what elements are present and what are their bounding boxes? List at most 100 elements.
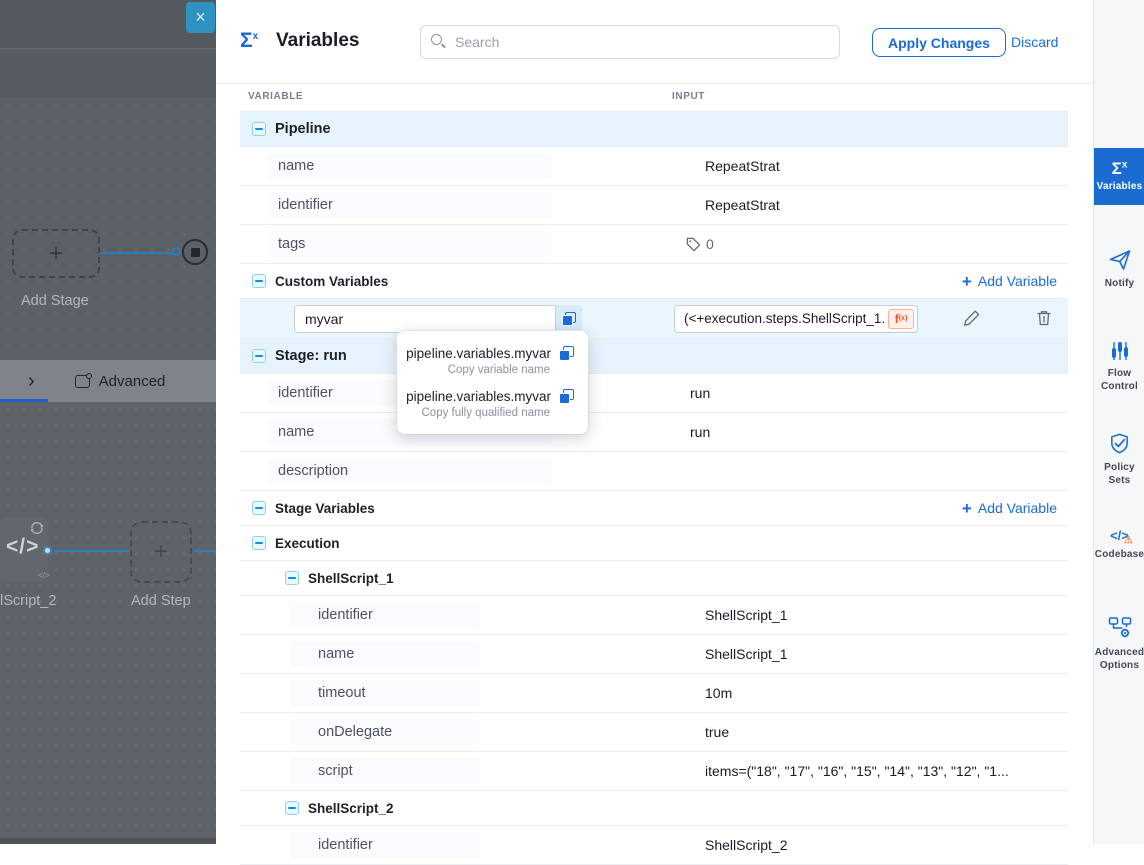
table-row: onDelegate true [240, 713, 1068, 752]
variable-key-pill: identifier [268, 192, 552, 218]
section-label: ShellScript_1 [308, 571, 394, 586]
sidebar-item-notify[interactable]: Notify [1094, 248, 1144, 291]
sidebar-item-policy-sets[interactable]: Policy Sets [1094, 432, 1144, 487]
chevron-right-icon[interactable]: › [28, 371, 35, 391]
collapse-minus-icon[interactable] [252, 122, 266, 136]
right-sidebar: Σx Variables Notify Flow Control Policy … [1093, 0, 1144, 844]
collapse-minus-icon[interactable] [252, 349, 266, 363]
variable-value: ShellScript_1 [705, 646, 788, 662]
connector-line [100, 252, 174, 254]
variables-drawer: Σx Variables Apply Changes Discard VARIA… [216, 0, 1093, 844]
gear-icon [86, 373, 92, 379]
section-label: Pipeline [275, 121, 331, 137]
table-row: timeout 10m [240, 674, 1068, 713]
table-row: identifier run [240, 374, 1068, 413]
section-label: Stage Variables [275, 501, 375, 516]
variable-key-pill: name [268, 153, 552, 179]
connector-line [194, 550, 216, 552]
connector-port [43, 546, 52, 555]
sidebar-item-advanced-options[interactable]: Advanced Options [1094, 615, 1144, 672]
variable-value: RepeatStrat [705, 158, 780, 174]
collapse-minus-icon[interactable] [252, 501, 266, 515]
add-variable-button[interactable]: + Add Variable [962, 500, 1057, 517]
copy-icon [562, 312, 576, 326]
section-row-shellscript2: ShellScript_2 [240, 791, 1068, 826]
plus-icon: + [154, 538, 168, 566]
variable-key-pill: timeout [290, 680, 480, 706]
collapse-minus-icon[interactable] [285, 571, 299, 585]
table-row: name ShellScript_1 [240, 635, 1068, 674]
discard-button[interactable]: Discard [1011, 34, 1058, 50]
warning-icon: ⚠ [1124, 535, 1133, 546]
section-label: ShellScript_2 [308, 801, 394, 816]
tab-advanced-label: Advanced [99, 373, 166, 390]
variable-key-pill: script [290, 758, 480, 784]
shield-check-icon [1108, 432, 1131, 456]
column-input: INPUT [672, 91, 705, 102]
pipeline-end-node [182, 239, 208, 265]
editor-tab-bar: › Advanced [0, 360, 216, 402]
variables-sigma-icon: Σx [1112, 160, 1128, 177]
variable-path: pipeline.variables.myvar [406, 389, 551, 404]
variable-name-input[interactable] [294, 305, 556, 333]
close-button[interactable]: × [186, 2, 215, 33]
variable-key-pill: name [290, 641, 480, 667]
section-row-stage-run: Stage: run [240, 339, 1068, 374]
close-icon: × [195, 7, 206, 28]
tag-icon [686, 237, 701, 252]
tab-advanced[interactable]: Advanced [75, 373, 166, 390]
editor-toolbar: × [0, 0, 216, 49]
step-name-label: lScript_2 [0, 593, 56, 609]
popup-item[interactable]: pipeline.variables.myvar Copy fully qual… [411, 389, 574, 419]
search-input[interactable] [420, 25, 840, 59]
add-step-node[interactable]: + [130, 521, 192, 583]
editor-bottom-bar [0, 838, 216, 844]
copy-button[interactable] [556, 305, 582, 333]
apply-changes-button[interactable]: Apply Changes [872, 28, 1006, 57]
sidebar-item-flow-control[interactable]: Flow Control [1094, 340, 1144, 393]
popup-item[interactable]: pipeline.variables.myvar Copy variable n… [411, 346, 574, 376]
sliders-icon [1109, 340, 1131, 362]
plus-icon: + [962, 273, 972, 290]
delete-icon[interactable] [1034, 308, 1054, 328]
section-row-shellscript1: ShellScript_1 [240, 561, 1068, 596]
collapse-minus-icon[interactable] [252, 536, 266, 550]
table-row: identifier ShellScript_1 [240, 596, 1068, 635]
copy-action-label[interactable]: Copy fully qualified name [411, 407, 550, 419]
section-row-stage-variables: Stage Variables + Add Variable [240, 491, 1068, 526]
custom-variable-row-myvar: (<+execution.steps.ShellScript_1. f(x) [240, 299, 1068, 339]
add-stage-node[interactable]: + [12, 229, 100, 278]
expression-fx-icon[interactable]: f(x) [888, 309, 914, 329]
variable-value: RepeatStrat [705, 197, 780, 213]
collapse-minus-icon[interactable] [252, 274, 266, 288]
add-step-label: Add Step [131, 593, 191, 609]
variable-value: run [690, 385, 710, 401]
copy-icon[interactable] [559, 346, 574, 361]
pipeline-editor-backdrop: × + Add Stage › Advanced </> </> + [0, 0, 216, 844]
section-label: Custom Variables [275, 274, 388, 289]
table-row: script items=("18", "17", "16", "15", "1… [240, 752, 1068, 791]
add-stage-label: Add Stage [21, 293, 89, 309]
drawer-header: Σx Variables Apply Changes Discard [216, 0, 1093, 84]
plus-icon: + [49, 240, 63, 268]
section-label: Execution [275, 536, 340, 551]
copy-icon[interactable] [559, 389, 574, 404]
variable-value: 10m [705, 685, 732, 701]
variable-key-pill: description [268, 458, 552, 484]
loop-icon [28, 521, 46, 535]
section-label: Stage: run [275, 348, 347, 364]
paper-plane-icon [1108, 248, 1132, 272]
codebase-icon: </> ⚠ [1110, 528, 1129, 543]
tags-value: 0 [686, 236, 714, 252]
edit-icon[interactable] [962, 308, 982, 328]
sidebar-item-codebase[interactable]: </> ⚠ Codebase [1094, 528, 1144, 562]
sidebar-item-variables[interactable]: Σx Variables [1094, 148, 1144, 205]
add-variable-button[interactable]: + Add Variable [962, 273, 1057, 290]
table-row: name RepeatStrat [240, 147, 1068, 186]
plus-icon: + [962, 500, 972, 517]
variable-value: run [690, 424, 710, 440]
collapse-minus-icon[interactable] [285, 801, 299, 815]
copy-action-label[interactable]: Copy variable name [411, 364, 550, 376]
stop-icon [191, 248, 200, 257]
expression-input[interactable]: (<+execution.steps.ShellScript_1. f(x) [674, 305, 918, 333]
